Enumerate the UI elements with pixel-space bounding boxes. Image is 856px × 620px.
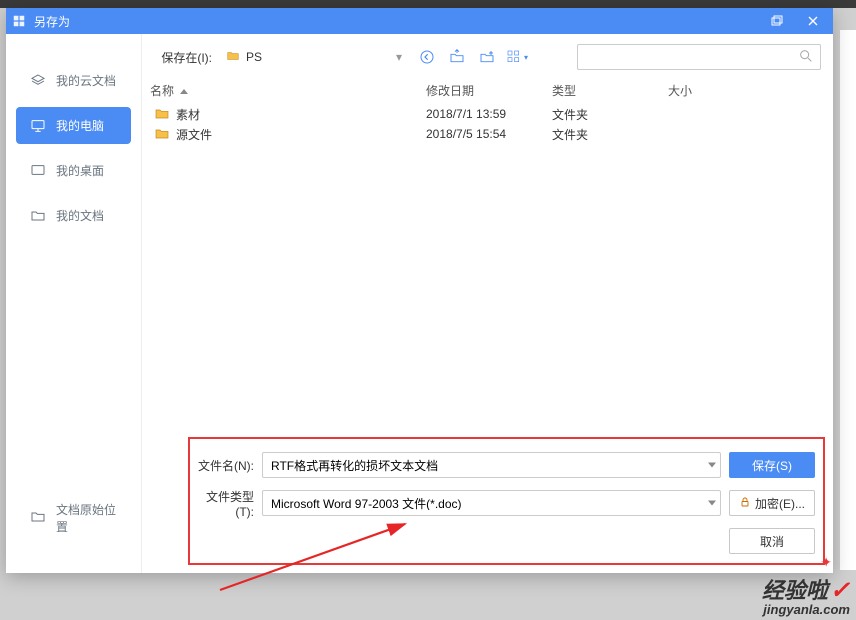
filename-label: 文件名(N): <box>198 457 254 474</box>
cloud-icon <box>30 73 46 89</box>
sidebar-item-label: 我的桌面 <box>56 162 104 179</box>
search-icon <box>798 48 814 67</box>
check-icon: ✓ <box>830 579 850 603</box>
toolbar: 保存在(I): PS ▾ <box>142 34 833 76</box>
column-size[interactable]: 大小 <box>660 82 760 99</box>
titlebar: 另存为 <box>6 8 833 34</box>
folder-icon <box>154 126 170 142</box>
main-panel: 保存在(I): PS ▾ <box>142 34 833 573</box>
column-type[interactable]: 类型 <box>544 82 660 99</box>
folder-icon <box>30 509 46 528</box>
column-name[interactable]: 名称 <box>142 82 418 99</box>
file-modified: 2018/7/1 13:59 <box>418 107 544 121</box>
column-headers: 名称 修改日期 类型 大小 <box>142 76 833 104</box>
save-button-label: 保存(S) <box>752 457 792 474</box>
search-box[interactable] <box>577 44 821 70</box>
chevron-down-icon <box>708 463 716 468</box>
encrypt-button-label: 加密(E)... <box>755 495 805 512</box>
sidebar: 我的云文档 我的电脑 我的桌面 <box>6 34 142 573</box>
desktop-icon <box>30 163 46 179</box>
view-mode-button[interactable]: ▾ <box>506 46 528 68</box>
list-item[interactable]: 源文件 2018/7/5 15:54 文件夹 <box>142 124 833 144</box>
filename-input[interactable] <box>263 458 702 472</box>
sidebar-item-my-computer[interactable]: 我的电脑 <box>16 107 131 144</box>
file-name: 源文件 <box>176 126 212 143</box>
sidebar-item-desktop[interactable]: 我的桌面 <box>16 152 131 189</box>
filetype-label: 文件类型(T): <box>198 488 254 519</box>
sidebar-item-label: 我的电脑 <box>56 117 104 134</box>
watermark-en: jingyanla.com <box>762 603 850 616</box>
bottom-form: 文件名(N): 保存(S) 文件类型(T): <box>188 437 825 565</box>
dialog-title: 另存为 <box>34 13 70 30</box>
new-folder-button[interactable] <box>476 46 498 68</box>
lock-icon <box>739 496 751 511</box>
save-as-dialog: 另存为 我的云文档 <box>6 8 833 573</box>
sidebar-item-label: 我的云文档 <box>56 72 116 89</box>
sidebar-item-original-location[interactable]: 文档原始位置 <box>16 491 131 545</box>
sidebar-item-my-documents[interactable]: 我的文档 <box>16 197 131 234</box>
folder-icon <box>30 208 46 224</box>
column-modified[interactable]: 修改日期 <box>418 82 544 99</box>
filename-field-wrap[interactable] <box>262 452 721 478</box>
current-folder-name: PS <box>246 50 262 64</box>
watermark: 经验啦 ✓ jingyanla.com <box>762 579 850 616</box>
cancel-button-label: 取消 <box>760 533 784 550</box>
file-list: 素材 2018/7/1 13:59 文件夹 源文件 201 <box>142 104 833 437</box>
app-logo-icon <box>12 14 26 28</box>
sidebar-item-cloud-docs[interactable]: 我的云文档 <box>16 62 131 99</box>
computer-icon <box>30 118 46 134</box>
cancel-button[interactable]: 取消 <box>729 528 815 554</box>
save-button[interactable]: 保存(S) <box>729 452 815 478</box>
chevron-down-icon: ▾ <box>396 50 402 64</box>
close-button[interactable] <box>799 8 827 34</box>
file-type: 文件夹 <box>544 126 660 143</box>
file-type: 文件夹 <box>544 106 660 123</box>
folder-icon <box>226 49 240 66</box>
file-name: 素材 <box>176 106 200 123</box>
sidebar-item-label: 文档原始位置 <box>56 501 117 535</box>
sidebar-item-label: 我的文档 <box>56 207 104 224</box>
restore-button[interactable] <box>763 8 791 34</box>
location-dropdown[interactable]: PS ▾ <box>220 46 408 68</box>
filetype-dropdown[interactable] <box>262 490 721 516</box>
list-item[interactable]: 素材 2018/7/1 13:59 文件夹 <box>142 104 833 124</box>
watermark-cn: 经验啦 <box>762 580 828 602</box>
chevron-down-icon: ▾ <box>524 53 528 62</box>
search-input[interactable] <box>584 50 798 64</box>
filetype-value[interactable] <box>263 496 702 510</box>
up-level-button[interactable] <box>446 46 468 68</box>
save-in-label: 保存在(I): <box>154 49 212 66</box>
file-modified: 2018/7/5 15:54 <box>418 127 544 141</box>
folder-icon <box>154 106 170 122</box>
chevron-down-icon <box>708 501 716 506</box>
encrypt-button[interactable]: 加密(E)... <box>729 490 815 516</box>
back-button[interactable] <box>416 46 438 68</box>
